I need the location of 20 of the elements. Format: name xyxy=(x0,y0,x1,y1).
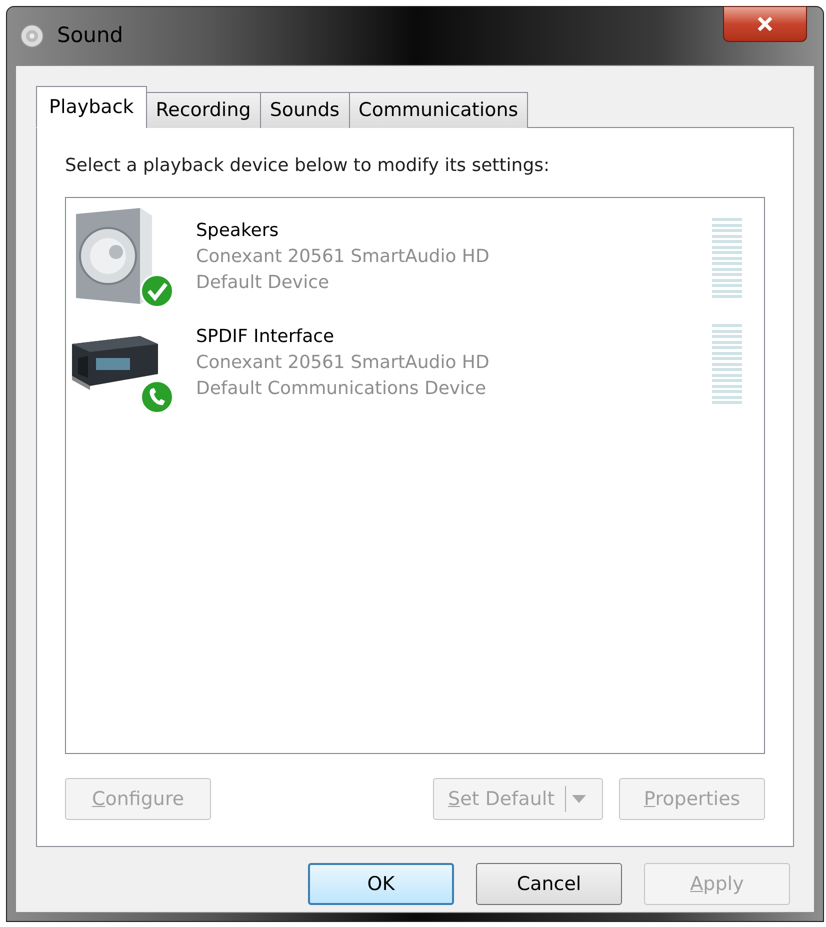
tab[interactable]: Sounds xyxy=(260,92,350,128)
window-title: Sound xyxy=(57,22,124,50)
device-status: Default Communications Device xyxy=(196,377,488,401)
phone-icon xyxy=(140,380,174,414)
device-driver: Conexant 20561 SmartAudio HD xyxy=(196,245,490,269)
device-status: Default Device xyxy=(196,271,330,295)
close-button[interactable] xyxy=(723,6,807,42)
dialog-button[interactable]: OK xyxy=(308,863,454,905)
tab[interactable]: Recording xyxy=(146,92,261,128)
device-driver: Conexant 20561 SmartAudio HD xyxy=(196,351,490,375)
tab[interactable]: Playback xyxy=(36,86,147,128)
caret-icon xyxy=(572,795,586,803)
tab[interactable]: Communications xyxy=(348,92,528,128)
device-name: SPDIF Interface xyxy=(196,325,336,349)
dialog-button[interactable]: Cancel xyxy=(476,863,622,905)
instruction-text: Select a playback device below to modify its settings: xyxy=(65,154,551,178)
close-icon xyxy=(757,17,773,31)
speaker-icon xyxy=(19,23,45,49)
device-name: Speakers xyxy=(196,219,280,243)
checkmark-icon xyxy=(140,274,174,308)
